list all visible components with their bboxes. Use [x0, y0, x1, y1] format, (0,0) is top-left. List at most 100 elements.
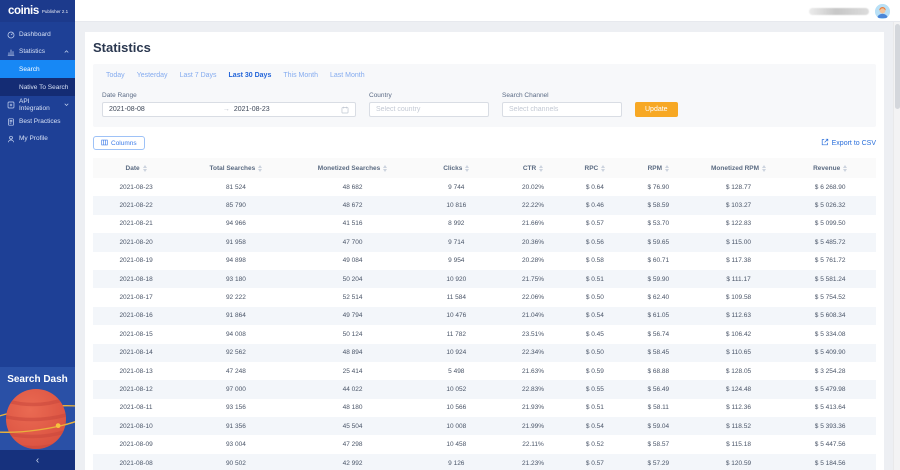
column-header-rpc[interactable]: RPC — [566, 158, 624, 178]
sidebar-nav: DashboardStatistics Search Native To Searc… — [0, 22, 75, 147]
sort-descending-caret — [143, 169, 147, 172]
sidebar-item-label: Best Practices — [19, 118, 61, 125]
cell-total-searches: 94 008 — [179, 325, 293, 343]
table-row: 2021-08-1297 00044 02210 05222.83%$ 0.55… — [93, 380, 876, 398]
column-header-date[interactable]: Date — [93, 158, 179, 178]
cell-clicks: 10 458 — [412, 435, 500, 453]
cell-ctr: 22.22% — [500, 196, 566, 214]
date-range-input[interactable]: 2021-08-08 → 2021-08-23 — [102, 102, 356, 117]
sidebar-promo[interactable]: Search Dash — [0, 367, 75, 470]
tab-last-7-days[interactable]: Last 7 Days — [180, 72, 217, 79]
cell-rpc: $ 0.59 — [566, 362, 624, 380]
cell-rpc: $ 0.58 — [566, 252, 624, 270]
app-logo: coinis Publisher 2.1 — [0, 0, 75, 22]
cell-monetized-searches: 49 084 — [293, 252, 413, 270]
cell-monetized-rpm: $ 128.05 — [693, 362, 785, 380]
sidebar-item-native-to-search[interactable]: Native To Search — [0, 78, 75, 96]
country-label: Country — [369, 92, 489, 99]
sidebar-item-dashboard[interactable]: Dashboard — [0, 26, 75, 43]
cell-ctr: 20.36% — [500, 233, 566, 251]
column-header-total-searches[interactable]: Total Searches — [179, 158, 293, 178]
bar-chart-icon — [7, 48, 15, 56]
cell-rpc: $ 0.45 — [566, 325, 624, 343]
cell-monetized-searches: 50 204 — [293, 270, 413, 288]
sort-ascending-caret — [665, 165, 669, 168]
column-header-monetized-rpm[interactable]: Monetized RPM — [693, 158, 785, 178]
column-header-ctr[interactable]: CTR — [500, 158, 566, 178]
tab-yesterday[interactable]: Yesterday — [137, 72, 168, 79]
cell-rpc: $ 0.50 — [566, 288, 624, 306]
cell-rpm: $ 60.71 — [624, 252, 693, 270]
cell-total-searches: 81 524 — [179, 178, 293, 196]
table-row: 2021-08-0993 00447 29810 45822.11%$ 0.52… — [93, 435, 876, 453]
cell-total-searches: 92 222 — [179, 288, 293, 306]
cell-ctr: 22.83% — [500, 380, 566, 398]
sort-ascending-caret — [143, 165, 147, 168]
cell-date: 2021-08-13 — [93, 362, 179, 380]
cell-rpm: $ 57.29 — [624, 454, 693, 470]
columns-icon — [101, 139, 108, 148]
export-csv-link[interactable]: Export to CSV — [821, 138, 876, 148]
sort-icon — [143, 165, 147, 172]
chevron-up-icon — [63, 48, 70, 55]
country-select[interactable] — [369, 102, 489, 117]
sidebar-item-search[interactable]: Search — [0, 60, 75, 78]
sidebar-item-api-integration[interactable]: API Integration — [0, 96, 75, 113]
update-button[interactable]: Update — [635, 102, 678, 117]
cell-total-searches: 90 502 — [179, 454, 293, 470]
tab-today[interactable]: Today — [106, 72, 125, 79]
tab-this-month[interactable]: This Month — [283, 72, 318, 79]
table-row: 2021-08-1893 18050 20410 92021.75%$ 0.51… — [93, 270, 876, 288]
cell-monetized-searches: 42 992 — [293, 454, 413, 470]
tab-last-month[interactable]: Last Month — [330, 72, 365, 79]
column-header-monetized-searches[interactable]: Monetized Searches — [293, 158, 413, 178]
cell-monetized-searches: 48 682 — [293, 178, 413, 196]
cell-ctr: 21.66% — [500, 215, 566, 233]
cell-date: 2021-08-11 — [93, 399, 179, 417]
cell-rpm: $ 53.70 — [624, 215, 693, 233]
scrollbar-thumb[interactable] — [895, 24, 900, 109]
vertical-scrollbar[interactable] — [893, 22, 900, 470]
cell-monetized-rpm: $ 120.59 — [693, 454, 785, 470]
columns-button[interactable]: Columns — [93, 136, 145, 150]
column-header-rpm[interactable]: RPM — [624, 158, 693, 178]
cell-rpc: $ 0.54 — [566, 307, 624, 325]
search-channel-select[interactable] — [502, 102, 622, 117]
sidebar-item-my-profile[interactable]: My Profile — [0, 130, 75, 147]
column-header-revenue[interactable]: Revenue — [784, 158, 876, 178]
export-icon — [821, 138, 829, 148]
cell-monetized-rpm: $ 117.38 — [693, 252, 785, 270]
column-header-label: Total Searches — [210, 165, 256, 172]
table-row: 2021-08-1347 24825 4145 49821.63%$ 0.59$… — [93, 362, 876, 380]
cell-clicks: 10 566 — [412, 399, 500, 417]
search-channel-group: Search Channel — [502, 92, 622, 117]
country-group: Country — [369, 92, 489, 117]
cell-clicks: 9 126 — [412, 454, 500, 470]
cell-revenue: $ 5 393.36 — [784, 417, 876, 435]
sidebar-collapse-button[interactable]: ‹ — [0, 450, 75, 470]
cell-clicks: 8 992 — [412, 215, 500, 233]
sort-ascending-caret — [843, 165, 847, 168]
cell-clicks: 10 476 — [412, 307, 500, 325]
table-row: 2021-08-1994 89849 0849 95420.28%$ 0.58$… — [93, 252, 876, 270]
tab-last-30-days[interactable]: Last 30 Days — [229, 72, 272, 79]
column-header-clicks[interactable]: Clicks — [412, 158, 500, 178]
sidebar-item-statistics[interactable]: Statistics — [0, 43, 75, 60]
date-range-label: Date Range — [102, 92, 356, 99]
table-row: 2021-08-2091 95847 7009 71420.36%$ 0.56$… — [93, 233, 876, 251]
cell-ctr: 20.02% — [500, 178, 566, 196]
sort-ascending-caret — [601, 165, 605, 168]
sort-icon — [258, 165, 262, 172]
cell-date: 2021-08-12 — [93, 380, 179, 398]
sort-ascending-caret — [465, 165, 469, 168]
sidebar-item-best-practices[interactable]: Best Practices — [0, 113, 75, 130]
column-header-label: Revenue — [813, 165, 840, 172]
avatar[interactable] — [875, 4, 890, 19]
date-end-value[interactable]: 2021-08-23 — [234, 106, 270, 113]
cell-date: 2021-08-17 — [93, 288, 179, 306]
sidebar-item-label: Search — [19, 66, 40, 73]
cell-monetized-rpm: $ 112.36 — [693, 399, 785, 417]
profile-icon — [7, 135, 15, 143]
cell-revenue: $ 5 026.32 — [784, 196, 876, 214]
date-start-value[interactable]: 2021-08-08 — [109, 106, 145, 113]
